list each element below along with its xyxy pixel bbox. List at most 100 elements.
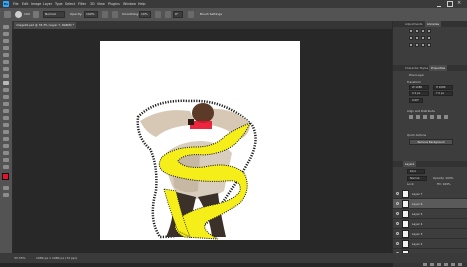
frame-tool-icon[interactable] xyxy=(3,60,9,64)
pressure-size-icon[interactable] xyxy=(188,11,194,18)
align-top-icon[interactable] xyxy=(430,115,434,119)
blend-mode-select[interactable]: Normal xyxy=(407,176,427,181)
remove-background-button[interactable]: Remove Background xyxy=(409,139,453,145)
library-item[interactable] xyxy=(415,29,419,33)
rectangle-tool-icon[interactable] xyxy=(3,151,9,155)
marquee-tool-icon[interactable] xyxy=(3,32,9,36)
visibility-eye-icon[interactable] xyxy=(396,242,399,245)
align-bottom-icon[interactable] xyxy=(444,115,448,119)
foreground-color-swatch[interactable] xyxy=(2,173,9,180)
menu-3d[interactable]: 3D xyxy=(90,1,95,7)
document-canvas[interactable] xyxy=(100,41,300,240)
eyedropper-tool-icon[interactable] xyxy=(3,67,9,71)
healing-brush-tool-icon[interactable] xyxy=(3,74,9,78)
y-field[interactable]: Y 0 px xyxy=(433,91,453,96)
layer-row[interactable]: Layer 2 xyxy=(393,239,467,249)
tab-character-styles[interactable]: Character Styles xyxy=(403,65,430,71)
menu-file[interactable]: File xyxy=(13,1,19,7)
menu-plugins[interactable]: Plugins xyxy=(108,1,120,7)
library-item[interactable] xyxy=(409,36,413,40)
tab-layers[interactable]: Layers xyxy=(403,161,417,167)
quick-mask-icon[interactable] xyxy=(3,186,9,190)
zoom-tool-icon[interactable] xyxy=(3,165,9,169)
align-right-icon[interactable] xyxy=(423,115,427,119)
library-item[interactable] xyxy=(421,29,425,33)
visibility-eye-icon[interactable] xyxy=(396,202,399,205)
home-icon[interactable] xyxy=(4,11,11,18)
menu-select[interactable]: Select xyxy=(65,1,75,7)
angle-icon[interactable] xyxy=(165,11,171,18)
brush-settings-label[interactable]: Brush Settings xyxy=(200,12,222,17)
menu-filter[interactable]: Filter xyxy=(78,1,86,7)
clone-stamp-tool-icon[interactable] xyxy=(3,88,9,92)
layer-row[interactable]: Layer 3 xyxy=(393,229,467,239)
dodge-tool-icon[interactable] xyxy=(3,123,9,127)
maximize-icon[interactable] xyxy=(447,1,453,7)
angle-field[interactable]: 0.00° xyxy=(409,98,423,103)
screen-mode-icon[interactable] xyxy=(3,193,9,197)
library-item[interactable] xyxy=(409,43,413,47)
visibility-eye-icon[interactable] xyxy=(396,222,399,225)
canvas-area[interactable] xyxy=(13,29,391,253)
align-middle-icon[interactable] xyxy=(437,115,441,119)
menu-window[interactable]: Window xyxy=(123,1,136,7)
library-item[interactable] xyxy=(415,36,419,40)
height-field[interactable]: H 1080 xyxy=(433,85,453,90)
library-item[interactable] xyxy=(409,29,413,33)
library-item[interactable] xyxy=(427,36,431,40)
close-icon[interactable]: × xyxy=(457,0,461,6)
align-center-icon[interactable] xyxy=(416,115,420,119)
layer-row[interactable]: Layer 7 xyxy=(393,189,467,199)
menu-view[interactable]: View xyxy=(97,1,105,7)
blur-tool-icon[interactable] xyxy=(3,116,9,120)
lasso-tool-icon[interactable] xyxy=(3,39,9,43)
gradient-tool-icon[interactable] xyxy=(3,109,9,113)
airbrush-icon[interactable] xyxy=(112,11,118,18)
pressure-opacity-icon[interactable] xyxy=(102,11,108,18)
tab-libraries[interactable]: Libraries xyxy=(425,21,442,27)
eraser-tool-icon[interactable] xyxy=(3,102,9,106)
smoothing-options-gear-icon[interactable] xyxy=(155,11,161,18)
brush-settings-toggle-icon[interactable] xyxy=(33,11,39,18)
library-item[interactable] xyxy=(427,29,431,33)
layer-row[interactable]: Layer 5 xyxy=(393,209,467,219)
menu-layer[interactable]: Layer xyxy=(43,1,52,7)
brush-preset-icon[interactable] xyxy=(15,11,22,18)
path-selection-tool-icon[interactable] xyxy=(3,144,9,148)
brush-size[interactable]: 100 xyxy=(24,12,30,17)
menu-help[interactable]: Help xyxy=(138,1,146,7)
zoom-level[interactable]: 33.33% xyxy=(14,255,25,261)
tab-adjustments[interactable]: Adjustments xyxy=(403,21,425,27)
menu-edit[interactable]: Edit xyxy=(22,1,28,7)
document-tab[interactable]: image01.psd @ 33.3% (Layer 7, RGB/8) * xyxy=(14,22,76,29)
type-tool-icon[interactable] xyxy=(3,137,9,141)
menu-type[interactable]: Type xyxy=(55,1,63,7)
library-item[interactable] xyxy=(415,43,419,47)
layer-thumbnail xyxy=(402,200,409,208)
library-item[interactable] xyxy=(421,36,425,40)
brush-tool-icon[interactable] xyxy=(3,81,9,85)
document-info[interactable]: 1080 px x 1080 px (72 ppi) xyxy=(36,255,77,261)
minimize-icon[interactable] xyxy=(437,1,441,7)
layer-opacity[interactable]: Opacity: 100% xyxy=(433,176,453,180)
align-left-icon[interactable] xyxy=(409,115,413,119)
hand-tool-icon[interactable] xyxy=(3,158,9,162)
layer-fill[interactable]: Fill: 100% xyxy=(437,182,451,186)
layer-row[interactable]: Layer 4 xyxy=(393,219,467,229)
pen-tool-icon[interactable] xyxy=(3,130,9,134)
quick-select-tool-icon[interactable] xyxy=(3,46,9,50)
tab-properties[interactable]: Properties xyxy=(429,65,448,71)
layer-filter-kind[interactable]: Kind xyxy=(407,169,425,174)
crop-tool-icon[interactable] xyxy=(3,53,9,57)
x-field[interactable]: X 0 px xyxy=(409,91,429,96)
visibility-eye-icon[interactable] xyxy=(396,212,399,215)
library-item[interactable] xyxy=(427,43,431,47)
visibility-eye-icon[interactable] xyxy=(396,232,399,235)
visibility-eye-icon[interactable] xyxy=(396,192,399,195)
move-tool-icon[interactable] xyxy=(3,25,9,29)
menu-image[interactable]: Image xyxy=(31,1,41,7)
library-item[interactable] xyxy=(421,43,425,47)
history-brush-tool-icon[interactable] xyxy=(3,95,9,99)
layer-row[interactable]: Layer 6 xyxy=(393,199,467,209)
width-field[interactable]: W 1080 xyxy=(409,85,429,90)
